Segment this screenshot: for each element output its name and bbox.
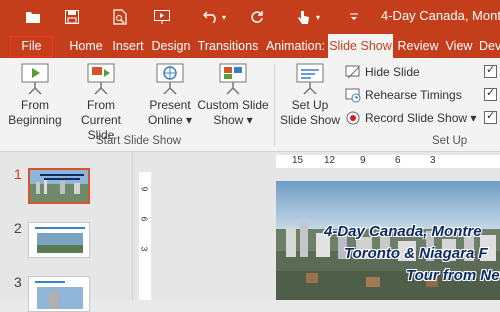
tab-view[interactable]: View xyxy=(443,34,475,58)
stopwatch-icon xyxy=(345,87,361,103)
record-icon xyxy=(345,110,361,126)
record-slide-show-button[interactable]: Record Slide Show ▾ xyxy=(345,108,476,128)
thumbnail-image xyxy=(30,170,88,202)
tab-animations[interactable]: Animation: xyxy=(264,34,327,58)
hide-slide-button[interactable]: Hide Slide xyxy=(345,62,420,82)
slide-thumbnail-3[interactable] xyxy=(28,276,90,312)
custom-slide-show-icon xyxy=(196,62,270,96)
tab-review[interactable]: Review xyxy=(396,34,440,58)
custom-show-label-1: Custom Slide xyxy=(197,98,269,112)
play-narrations-checkbox[interactable] xyxy=(484,63,497,78)
undo-dropdown-icon[interactable]: ▾ xyxy=(217,0,231,34)
group-separator xyxy=(274,64,275,146)
tab-insert[interactable]: Insert xyxy=(110,34,146,58)
slide-number: 1 xyxy=(14,166,22,182)
tab-slide-show[interactable]: Slide Show xyxy=(328,34,393,58)
tab-home[interactable]: Home xyxy=(66,34,106,58)
ruler-mark: 12 xyxy=(324,155,336,166)
document-title: 4-Day Canada, Montre xyxy=(381,8,500,23)
thumbnail-image xyxy=(29,277,89,311)
ribbon-tabs: File Home Insert Design Transitions Anim… xyxy=(0,34,500,58)
start-from-beginning-icon[interactable] xyxy=(147,0,177,34)
set-up-slide-show-button[interactable]: Set Up Slide Show xyxy=(279,62,341,128)
from-beginning-icon xyxy=(4,62,66,96)
from-beginning-button[interactable]: From Beginning xyxy=(4,62,66,128)
set-up-slide-show-icon xyxy=(279,62,341,96)
save-icon[interactable] xyxy=(57,0,87,34)
slide-thumbnail-2[interactable] xyxy=(28,222,90,258)
present-online-icon xyxy=(143,62,197,96)
tab-developer[interactable]: Dev xyxy=(479,34,500,58)
slide-title-line-1: 4-Day Canada, Montre xyxy=(324,223,482,240)
from-current-slide-button[interactable]: From Current Slide xyxy=(66,62,136,143)
slide-title-line-3: Tour from New xyxy=(406,267,500,284)
slide-thumbnail-1[interactable] xyxy=(28,168,90,204)
thumbnail-image xyxy=(29,223,89,257)
customize-qat-icon[interactable] xyxy=(339,0,369,34)
ruler-mark: 15 xyxy=(292,155,304,166)
ruler-mark: 6 xyxy=(139,216,150,222)
from-current-label-1: From xyxy=(87,98,115,112)
main-slide[interactable]: 4-Day Canada, Montre Toronto & Niagara F… xyxy=(276,181,500,300)
start-slide-show-group-label: Start Slide Show xyxy=(96,135,182,147)
present-online-label-1: Present xyxy=(149,98,191,112)
touch-dropdown-icon[interactable]: ▾ xyxy=(311,0,325,34)
vertical-ruler: 9 6 3 xyxy=(132,152,154,300)
present-online-button[interactable]: Present Online ▾ xyxy=(143,62,197,128)
slide-number: 2 xyxy=(14,220,22,236)
set-up-label-2: Slide Show xyxy=(279,113,341,127)
use-timings-checkbox[interactable] xyxy=(484,86,497,101)
redo-icon[interactable] xyxy=(242,0,272,34)
ruler-mark: 3 xyxy=(139,246,150,252)
hide-slide-icon xyxy=(345,64,361,80)
show-media-controls-checkbox[interactable] xyxy=(484,109,497,124)
horizontal-ruler: 15 12 9 6 3 xyxy=(276,155,500,168)
custom-show-label-2: Show ▾ xyxy=(213,113,253,127)
set-up-group-label: Set Up xyxy=(432,135,468,147)
slide-title-line-2: Toronto & Niagara F xyxy=(344,245,488,262)
set-up-label-1: Set Up xyxy=(291,98,329,112)
tab-transitions[interactable]: Transitions xyxy=(196,34,260,58)
rehearse-timings-button[interactable]: Rehearse Timings xyxy=(345,85,462,105)
slide-thumbnail-pane: 1 2 3 xyxy=(0,152,132,312)
tab-design[interactable]: Design xyxy=(150,34,192,58)
ruler-mark: 6 xyxy=(395,155,401,166)
folder-open-icon[interactable] xyxy=(18,0,48,34)
record-slide-show-label: Record Slide Show ▾ xyxy=(365,111,477,125)
from-beginning-label-2: Beginning xyxy=(8,113,62,127)
ruler-mark: 9 xyxy=(139,186,150,192)
custom-slide-show-button[interactable]: Custom Slide Show ▾ xyxy=(196,62,270,128)
rehearse-timings-label: Rehearse Timings xyxy=(365,88,462,102)
ruler-mark: 9 xyxy=(360,155,366,166)
tab-file[interactable]: File xyxy=(10,36,53,57)
ribbon: From Beginning From Current Slide Presen… xyxy=(0,58,500,152)
from-beginning-label-1: From xyxy=(21,98,49,112)
print-preview-icon[interactable] xyxy=(105,0,135,34)
slide-number: 3 xyxy=(14,274,22,290)
present-online-label-2: Online ▾ xyxy=(147,113,193,127)
from-current-slide-icon xyxy=(66,62,136,96)
ruler-mark: 3 xyxy=(430,155,436,166)
title-bar: ▾ ▾ 4-Day Canada, Montre xyxy=(0,0,500,34)
hide-slide-label: Hide Slide xyxy=(365,65,420,79)
